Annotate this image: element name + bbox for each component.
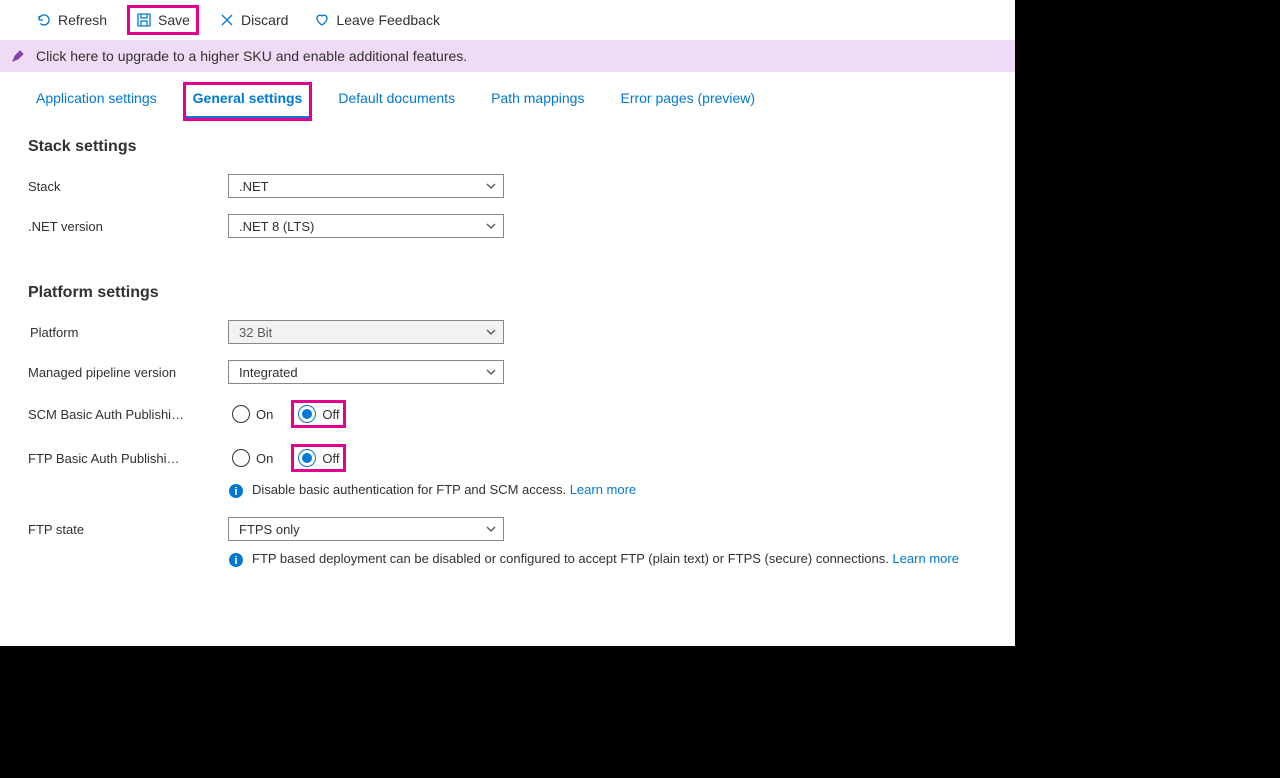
rocket-icon: [10, 48, 26, 64]
svg-text:i: i: [234, 555, 237, 567]
platform-label: Platform: [28, 325, 228, 340]
save-label: Save: [158, 12, 190, 28]
platform-select[interactable]: 32 Bit: [228, 320, 504, 344]
tab-default-documents[interactable]: Default documents: [330, 84, 463, 119]
tab-path-mappings[interactable]: Path mappings: [483, 84, 592, 119]
ftp-state-value: FTPS only: [239, 522, 300, 537]
platform-value: 32 Bit: [239, 325, 272, 340]
save-button[interactable]: Save: [127, 5, 199, 35]
tab-application-settings[interactable]: Application settings: [28, 84, 165, 119]
chevron-down-icon: [485, 366, 497, 378]
radio-off-label: Off: [322, 407, 339, 422]
refresh-icon: [36, 12, 52, 28]
ftp-state-select[interactable]: FTPS only: [228, 517, 504, 541]
radio-on-label: On: [256, 451, 273, 466]
refresh-label: Refresh: [58, 12, 107, 28]
basic-auth-info: i Disable basic authentication for FTP a…: [228, 482, 987, 499]
feedback-label: Leave Feedback: [336, 12, 440, 28]
ftp-auth-label: FTP Basic Auth Publishi…: [28, 451, 228, 466]
pipeline-label: Managed pipeline version: [28, 365, 228, 380]
upgrade-banner[interactable]: Click here to upgrade to a higher SKU an…: [0, 40, 1015, 72]
stack-settings-section: Stack settings Stack .NET .NET version .…: [0, 120, 1015, 266]
learn-more-link[interactable]: Learn more: [892, 551, 958, 566]
platform-settings-section: Platform settings Platform 32 Bit Manage…: [0, 266, 1015, 598]
ftp-auth-off-radio[interactable]: Off: [291, 444, 346, 472]
discard-label: Discard: [241, 12, 288, 28]
svg-text:i: i: [234, 486, 237, 498]
radio-circle-icon: [298, 405, 316, 423]
stack-select[interactable]: .NET: [228, 174, 504, 198]
heart-icon: [314, 12, 330, 28]
chevron-down-icon: [485, 326, 497, 338]
chevron-down-icon: [485, 220, 497, 232]
tab-general-settings[interactable]: General settings: [185, 84, 311, 119]
radio-circle-icon: [232, 449, 250, 467]
tab-error-pages[interactable]: Error pages (preview): [612, 84, 763, 119]
info-icon: i: [228, 552, 244, 568]
net-version-select[interactable]: .NET 8 (LTS): [228, 214, 504, 238]
radio-circle-icon: [232, 405, 250, 423]
ftp-state-help-text: FTP based deployment can be disabled or …: [252, 551, 892, 566]
pipeline-value: Integrated: [239, 365, 298, 380]
feedback-button[interactable]: Leave Feedback: [308, 8, 446, 32]
radio-off-label: Off: [322, 451, 339, 466]
basic-auth-text: Disable basic authentication for FTP and…: [252, 482, 570, 497]
ftp-auth-radio-group: On Off: [228, 444, 346, 472]
ftp-state-label: FTP state: [28, 522, 228, 537]
info-icon: i: [228, 483, 244, 499]
net-version-value: .NET 8 (LTS): [239, 219, 314, 234]
chevron-down-icon: [485, 523, 497, 535]
banner-text: Click here to upgrade to a higher SKU an…: [36, 48, 467, 64]
platform-settings-heading: Platform settings: [28, 284, 987, 302]
close-icon: [219, 12, 235, 28]
discard-button[interactable]: Discard: [213, 8, 294, 32]
radio-circle-icon: [298, 449, 316, 467]
radio-on-label: On: [256, 407, 273, 422]
scm-auth-on-radio[interactable]: On: [228, 403, 277, 425]
learn-more-link[interactable]: Learn more: [570, 482, 636, 497]
stack-value: .NET: [239, 179, 269, 194]
net-version-label: .NET version: [28, 219, 228, 234]
stack-settings-heading: Stack settings: [28, 138, 987, 156]
ftp-auth-on-radio[interactable]: On: [228, 447, 277, 469]
chevron-down-icon: [485, 180, 497, 192]
tab-bar: Application settings General settings De…: [0, 72, 1015, 120]
scm-auth-label: SCM Basic Auth Publishi…: [28, 407, 228, 422]
stack-label: Stack: [28, 179, 228, 194]
pipeline-select[interactable]: Integrated: [228, 360, 504, 384]
save-icon: [136, 12, 152, 28]
scm-auth-off-radio[interactable]: Off: [291, 400, 346, 428]
toolbar: Refresh Save Discard Leave Feedback: [0, 0, 1015, 40]
refresh-button[interactable]: Refresh: [30, 8, 113, 32]
ftp-state-info: i FTP based deployment can be disabled o…: [228, 551, 987, 568]
scm-auth-radio-group: On Off: [228, 400, 346, 428]
